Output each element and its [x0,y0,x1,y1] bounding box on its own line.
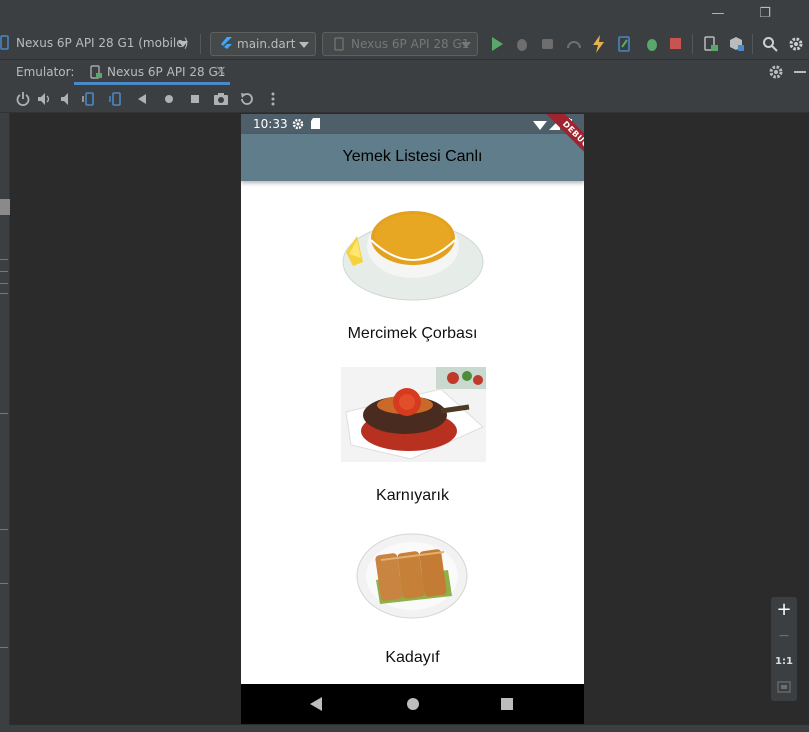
ruler-tick [0,293,8,294]
bottom-status-strip [0,725,809,732]
phone-status-bar: 10:33 [241,114,584,134]
back-icon[interactable] [135,91,151,107]
nav-recents-icon[interactable] [501,698,513,710]
device-select[interactable]: Nexus 6P API 28 G1 (mobile) [10,32,194,56]
nav-back-icon[interactable] [310,697,323,711]
avd-manager-icon[interactable] [703,36,719,52]
debug-icon[interactable] [514,36,530,52]
wifi-icon [533,121,547,130]
gear-icon[interactable] [768,64,784,80]
ruler-tick [0,583,8,584]
app-title: Yemek Listesi Canlı [342,148,483,165]
emulator-tab[interactable]: Nexus 6P API 28 G1 × [74,60,230,85]
minimize-icon[interactable] [794,70,808,74]
toolbar-separator [752,34,753,54]
phone-icon [90,65,102,79]
actual-size-button[interactable]: 1:1 [771,649,797,675]
ruler-tick [0,259,8,260]
snapshot-restore-icon[interactable] [239,91,255,107]
run-icon[interactable] [490,36,504,52]
left-tool-strip [0,113,10,725]
run-config-select[interactable]: main.dart [210,32,316,56]
ruler-tick [0,283,8,284]
running-device-select[interactable]: Nexus 6P API 28 G1 [322,32,478,56]
power-icon[interactable] [15,91,31,107]
rotate-right-icon[interactable] [108,91,124,107]
gear-icon[interactable] [788,36,804,52]
zoom-panel: + − 1:1 [771,597,797,701]
sdk-manager-icon[interactable] [729,36,745,52]
main-toolbar: Nexus 6P API 28 G1 (mobile) main.dart Ne… [0,28,809,60]
ruler-tick [0,647,8,648]
hot-restart-icon[interactable] [617,36,633,52]
stop-icon[interactable] [670,38,682,50]
ruler-tick [0,271,8,272]
camera-icon[interactable] [213,91,229,107]
run-config-label: main.dart [237,37,296,51]
overview-icon[interactable] [187,91,203,107]
rotate-left-icon[interactable] [82,91,98,107]
flutter-inspector-icon[interactable] [644,36,660,52]
restore-button[interactable]: ❐ [755,4,775,24]
status-time: 10:33 [253,117,288,131]
emulator-screen[interactable]: 10:33 Yemek Listesi Canlı DEBUG Mercimek… [241,114,584,724]
nav-home-icon[interactable] [406,697,420,711]
toolbar-separator [692,34,693,54]
running-device-label: Nexus 6P API 28 G1 [351,37,470,51]
lentil-soup-image[interactable] [341,200,486,304]
flutter-icon [221,37,232,49]
emulator-tab-label: Nexus 6P API 28 G1 [107,65,226,79]
attach-debugger-icon[interactable] [540,36,556,52]
device-select-label: Nexus 6P API 28 G1 (mobile) [16,36,189,50]
zoom-in-button[interactable]: + [771,597,797,623]
home-icon[interactable] [161,91,177,107]
chevron-down-icon [461,42,471,48]
emulator-tab-bar: Emulator: Nexus 6P API 28 G1 × [0,60,809,85]
food-name-karniyarik: Karnıyarık [376,487,449,504]
toolbar-separator [200,34,201,54]
food-name-kadayif: Kadayıf [385,649,440,666]
more-options-icon[interactable] [265,91,281,107]
ruler-tick [0,529,8,530]
emulator-controls [0,85,809,113]
settings-icon [292,118,304,130]
minimize-button[interactable]: — [708,4,728,24]
chevron-down-icon [178,41,188,47]
sd-card-icon [311,118,320,129]
phone-navigation-bar [241,684,584,724]
food-name-mercimek: Mercimek Çorbası [347,325,478,342]
app-bar: Yemek Listesi Canlı [241,134,584,181]
karniyarik-image[interactable] [341,367,486,462]
search-icon[interactable] [762,36,778,52]
strip-marker [0,199,10,215]
emulator-label: Emulator: [16,65,75,79]
kadayif-image[interactable] [356,532,469,620]
device-icon [0,35,9,50]
volume-down-icon[interactable] [59,91,75,107]
profiler-icon[interactable] [566,36,582,52]
volume-up-icon[interactable] [37,91,53,107]
ruler-tick [0,413,8,414]
zoom-out-button[interactable]: − [771,623,797,649]
chevron-down-icon [299,42,309,48]
close-icon[interactable]: × [215,63,227,79]
phone-icon [334,37,344,51]
title-bar: — ❐ [0,0,809,28]
hot-reload-icon[interactable] [592,35,606,53]
fit-screen-icon[interactable] [777,681,791,693]
